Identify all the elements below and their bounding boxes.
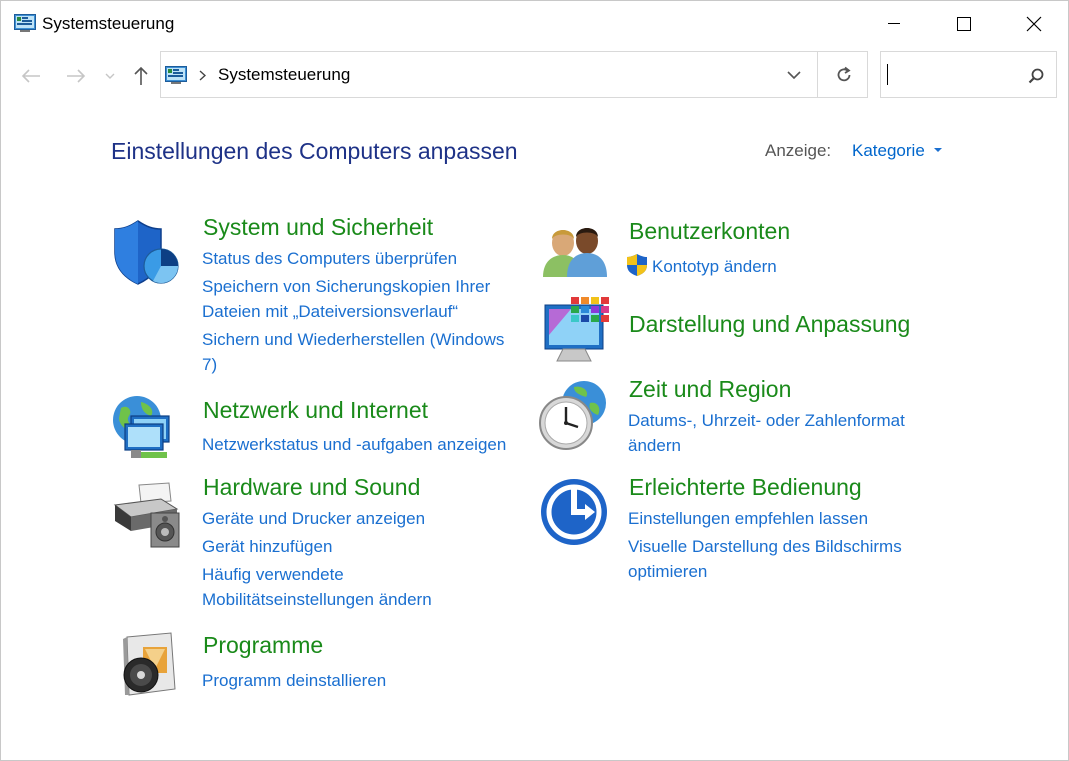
link-optimize-display-line2[interactable]: optimieren xyxy=(628,559,707,584)
refresh-icon xyxy=(837,66,851,81)
breadcrumb-separator-icon[interactable] xyxy=(199,70,206,81)
search-button[interactable] xyxy=(1024,64,1048,88)
network-globe-icon[interactable] xyxy=(111,394,181,466)
close-button[interactable] xyxy=(999,1,1069,47)
control-panel-icon xyxy=(14,14,36,32)
link-recommend-settings[interactable]: Einstellungen empfehlen lassen xyxy=(628,506,868,531)
programs-disc-icon[interactable] xyxy=(111,629,181,701)
printer-speaker-icon[interactable] xyxy=(111,479,181,551)
maximize-icon xyxy=(957,17,971,31)
link-backup-restore-line1[interactable]: Sichern und Wiederherstellen (Windows xyxy=(202,327,504,352)
chevron-down-icon xyxy=(787,71,801,79)
close-icon xyxy=(1026,16,1042,32)
title-bar: Systemsteuerung xyxy=(1,1,1068,47)
arrow-up-icon xyxy=(134,66,148,85)
category-ease-of-access[interactable]: Erleichterte Bedienung xyxy=(629,474,862,501)
category-programs[interactable]: Programme xyxy=(203,632,323,659)
back-button[interactable] xyxy=(18,63,44,89)
window-title: Systemsteuerung xyxy=(42,14,175,33)
link-optimize-display-line1[interactable]: Visuelle Darstellung des Bildschirms xyxy=(628,534,902,559)
link-date-time-format-line1[interactable]: Datums-, Uhrzeit- oder Zahlenformat xyxy=(628,408,905,433)
link-date-time-format-line2[interactable]: ändern xyxy=(628,433,681,458)
link-change-account-type[interactable]: Kontotyp ändern xyxy=(652,254,777,279)
ease-of-access-icon[interactable] xyxy=(539,476,609,548)
address-bar[interactable]: Systemsteuerung xyxy=(160,51,868,98)
category-network-internet[interactable]: Netzwerk und Internet xyxy=(203,397,428,424)
user-accounts-icon[interactable] xyxy=(541,219,611,291)
search-box[interactable] xyxy=(880,51,1057,98)
link-mobility-settings-line1[interactable]: Häufig verwendete xyxy=(202,562,344,587)
minimize-button[interactable] xyxy=(859,1,929,47)
category-user-accounts[interactable]: Benutzerkonten xyxy=(629,218,790,245)
up-button[interactable] xyxy=(128,63,154,89)
caret-down-icon[interactable] xyxy=(934,148,942,153)
system-security-shield-icon[interactable] xyxy=(111,218,181,290)
view-by-label: Anzeige: xyxy=(765,141,832,160)
link-add-device[interactable]: Gerät hinzufügen xyxy=(202,534,332,559)
appearance-personalization-icon[interactable] xyxy=(541,295,611,367)
link-check-computer-status[interactable]: Status des Computers überprüfen xyxy=(202,246,457,271)
arrow-left-icon xyxy=(21,69,40,83)
link-devices-printers[interactable]: Geräte und Drucker anzeigen xyxy=(202,506,425,531)
forward-button[interactable] xyxy=(63,63,89,89)
maximize-button[interactable] xyxy=(929,1,999,47)
link-file-history-line1[interactable]: Speichern von Sicherungskopien Ihrer xyxy=(202,274,490,299)
address-history-dropdown[interactable] xyxy=(781,62,807,88)
search-icon xyxy=(1028,68,1044,84)
clock-globe-icon[interactable] xyxy=(538,379,608,451)
recent-locations-button[interactable] xyxy=(101,63,119,89)
link-mobility-settings-line2[interactable]: Mobilitätseinstellungen ändern xyxy=(202,587,432,612)
view-by-dropdown[interactable]: Kategorie xyxy=(852,141,925,161)
link-uninstall-program[interactable]: Programm deinstallieren xyxy=(202,668,386,693)
link-network-status[interactable]: Netzwerkstatus und -aufgaben anzeigen xyxy=(202,432,506,457)
control-panel-window: Systemsteuerung Systemsteuerung Einstell… xyxy=(0,0,1069,761)
arrow-right-icon xyxy=(67,69,86,83)
uac-shield-icon xyxy=(627,254,647,276)
category-hardware-sound[interactable]: Hardware und Sound xyxy=(203,474,420,501)
minimize-icon xyxy=(888,23,900,24)
control-panel-icon xyxy=(165,66,187,84)
category-system-security[interactable]: System und Sicherheit xyxy=(203,214,433,241)
category-appearance-personalization[interactable]: Darstellung und Anpassung xyxy=(629,311,910,338)
chevron-down-icon xyxy=(105,73,115,79)
breadcrumb-systemsteuerung[interactable]: Systemsteuerung xyxy=(218,65,350,85)
link-file-history-line2[interactable]: Dateien mit „Dateiversionsverlauf“ xyxy=(202,299,458,324)
category-clock-region[interactable]: Zeit und Region xyxy=(629,376,791,403)
text-cursor xyxy=(887,64,888,85)
refresh-button[interactable] xyxy=(817,51,869,98)
page-title: Einstellungen des Computers anpassen xyxy=(111,138,518,164)
link-backup-restore-line2[interactable]: 7) xyxy=(202,352,217,377)
